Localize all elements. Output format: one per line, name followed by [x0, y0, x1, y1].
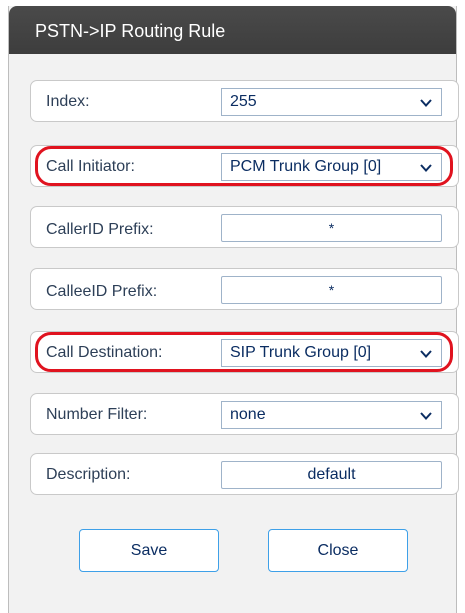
call-initiator-label: Call Initiator: — [46, 158, 135, 175]
callerid-prefix-label: CallerID Prefix: — [46, 221, 154, 238]
number-filter-select[interactable]: none — [221, 401, 442, 429]
call-destination-value: SIP Trunk Group [0] — [230, 344, 372, 361]
description-label: Description: — [46, 466, 131, 483]
close-button[interactable]: Close — [268, 529, 408, 572]
call-initiator-value: PCM Trunk Group [0] — [230, 158, 382, 175]
number-filter-label: Number Filter: — [46, 406, 148, 423]
description-row: Description: default — [30, 453, 459, 495]
callerid-prefix-row: CallerID Prefix: * — [30, 206, 459, 248]
index-value: 255 — [230, 93, 257, 110]
description-input[interactable]: default — [221, 461, 442, 489]
callerid-prefix-value: * — [328, 220, 335, 236]
chevron-down-icon — [420, 412, 432, 420]
call-destination-label: Call Destination: — [46, 344, 163, 361]
dialog-titlebar[interactable]: PSTN->IP Routing Rule — [9, 6, 456, 54]
index-row: Index: 255 — [30, 80, 459, 122]
calleeid-prefix-label: CalleeID Prefix: — [46, 283, 158, 300]
description-value: default — [307, 466, 356, 483]
calleeid-prefix-input[interactable]: * — [221, 276, 442, 304]
dialog-title: PSTN->IP Routing Rule — [35, 21, 226, 41]
save-button[interactable]: Save — [79, 529, 219, 572]
chevron-down-icon — [420, 164, 432, 172]
call-initiator-row: Call Initiator: PCM Trunk Group [0] — [30, 145, 459, 187]
call-destination-select[interactable]: SIP Trunk Group [0] — [221, 339, 442, 367]
index-select[interactable]: 255 — [221, 88, 442, 116]
call-initiator-select[interactable]: PCM Trunk Group [0] — [221, 153, 442, 181]
calleeid-prefix-row: CalleeID Prefix: * — [30, 268, 459, 310]
call-destination-row: Call Destination: SIP Trunk Group [0] — [30, 331, 459, 373]
routing-rule-dialog: PSTN->IP Routing Rule Index: 255 Call In… — [8, 6, 459, 613]
number-filter-row: Number Filter: none — [30, 393, 459, 435]
calleeid-prefix-value: * — [328, 282, 335, 298]
chevron-down-icon — [420, 99, 432, 107]
number-filter-value: none — [230, 406, 266, 423]
callerid-prefix-input[interactable]: * — [221, 214, 442, 242]
index-label: Index: — [46, 93, 90, 110]
chevron-down-icon — [420, 350, 432, 358]
